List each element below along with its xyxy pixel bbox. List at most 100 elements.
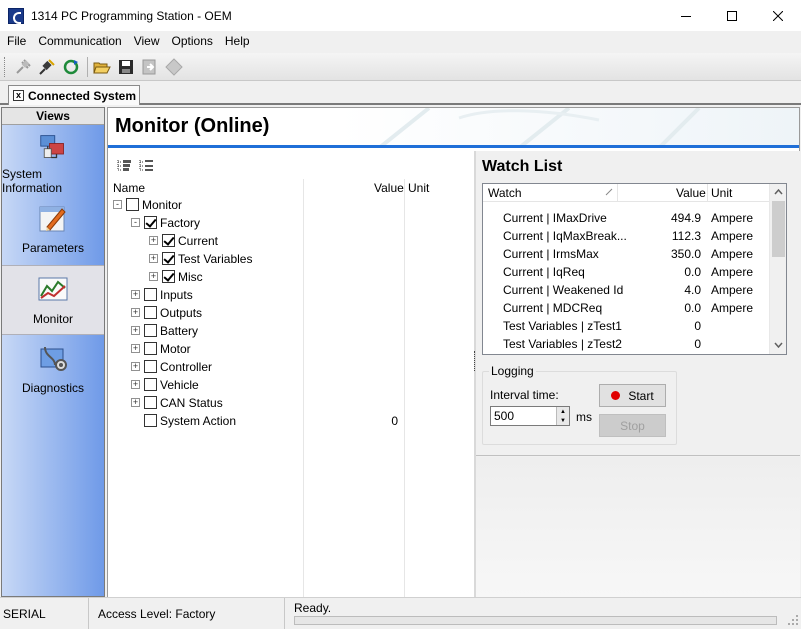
document-tab-strip: x Connected System: [0, 83, 801, 105]
tree-checkbox[interactable]: [144, 306, 157, 319]
tree-checkbox[interactable]: [162, 270, 175, 283]
start-button[interactable]: Start: [599, 384, 666, 407]
tree-row[interactable]: - Factory: [108, 214, 474, 232]
menu-view[interactable]: View: [128, 31, 166, 51]
tree-row[interactable]: + Outputs: [108, 304, 474, 322]
watch-list[interactable]: Watch Value Unit Current | IMaxDrive 494.…: [482, 183, 787, 355]
tree-checkbox[interactable]: [144, 216, 157, 229]
tree-checkbox[interactable]: [126, 198, 139, 211]
interval-stepper[interactable]: ▲ ▼: [556, 407, 569, 425]
status-port-cell: SERIAL: [0, 598, 89, 629]
watch-row[interactable]: Test Variables | zTest30: [483, 353, 771, 354]
watch-list-header: Watch Value Unit: [483, 184, 771, 202]
expand-icon[interactable]: +: [149, 272, 158, 281]
column-divider[interactable]: [617, 184, 618, 202]
minimize-button[interactable]: [663, 0, 709, 31]
spin-down-icon[interactable]: ▼: [556, 416, 569, 425]
watch-row[interactable]: Current | IqReq 0.0 Ampere: [483, 263, 771, 281]
column-header-unit[interactable]: Unit: [408, 181, 429, 195]
watch-list-scrollbar[interactable]: [769, 184, 786, 354]
tree-item-label: Factory: [160, 216, 201, 230]
disconnect-button[interactable]: [12, 56, 34, 78]
program-button[interactable]: [139, 56, 161, 78]
expand-icon[interactable]: +: [131, 398, 140, 407]
resize-grip-icon[interactable]: [787, 614, 799, 626]
menu-communication[interactable]: Communication: [32, 31, 127, 51]
tree-row[interactable]: + Misc: [108, 268, 474, 286]
tree-row[interactable]: + Controller: [108, 358, 474, 376]
tree-row[interactable]: + Inputs: [108, 286, 474, 304]
column-header-name[interactable]: Name: [113, 181, 145, 195]
tree-checkbox[interactable]: [144, 360, 157, 373]
scroll-down-icon[interactable]: [774, 342, 783, 348]
tree-row[interactable]: + Battery: [108, 322, 474, 340]
watch-row[interactable]: Test Variables | zTest1 0: [483, 317, 771, 335]
watch-row[interactable]: Test Variables | zTest2 0: [483, 335, 771, 353]
column-header-watch[interactable]: Watch: [488, 186, 522, 200]
view-monitor[interactable]: Monitor: [2, 265, 104, 335]
view-diagnostics[interactable]: Diagnostics: [2, 335, 104, 405]
watch-row[interactable]: Current | IqMaxBreak... 112.3 Ampere: [483, 227, 771, 245]
interval-unit: ms: [576, 410, 592, 424]
tree-row[interactable]: + Motor: [108, 340, 474, 358]
tree-item-label: Inputs: [160, 288, 193, 302]
tree-row[interactable]: System Action 0: [108, 412, 474, 430]
expand-all-button[interactable]: [114, 155, 134, 175]
collapse-icon[interactable]: -: [113, 200, 122, 209]
tree-checkbox[interactable]: [144, 378, 157, 391]
refresh-button[interactable]: [60, 56, 82, 78]
expand-icon[interactable]: +: [131, 290, 140, 299]
close-button[interactable]: [755, 0, 801, 31]
save-button[interactable]: [115, 56, 137, 78]
tree-row[interactable]: + Current: [108, 232, 474, 250]
tree-row[interactable]: + Test Variables: [108, 250, 474, 268]
spin-up-icon[interactable]: ▲: [556, 407, 569, 416]
expand-icon[interactable]: +: [131, 362, 140, 371]
view-parameters[interactable]: Parameters: [2, 195, 104, 265]
menu-help[interactable]: Help: [219, 31, 256, 51]
maximize-button[interactable]: [709, 0, 755, 31]
expand-icon[interactable]: +: [131, 326, 140, 335]
watch-value: 112.3: [671, 229, 701, 243]
stop-button[interactable]: Stop: [599, 414, 666, 437]
disconnect-icon: [16, 58, 31, 74]
watch-row[interactable]: Current | MDCReq 0.0 Ampere: [483, 299, 771, 317]
tree-row[interactable]: + Vehicle: [108, 376, 474, 394]
tree-checkbox[interactable]: [144, 396, 157, 409]
toolbar-grip[interactable]: [4, 56, 8, 77]
tab-close-icon[interactable]: x: [13, 90, 24, 101]
tree-checkbox[interactable]: [144, 342, 157, 355]
watch-unit: Ampere: [711, 301, 754, 315]
menu-file[interactable]: File: [1, 31, 32, 51]
collapse-all-button[interactable]: [136, 155, 156, 175]
watch-row[interactable]: Current | IrmsMax 350.0 Ampere: [483, 245, 771, 263]
tree-checkbox[interactable]: [162, 252, 175, 265]
tree-checkbox[interactable]: [144, 288, 157, 301]
expand-icon[interactable]: +: [131, 308, 140, 317]
watch-row[interactable]: Current | IMaxDrive 494.9 Ampere: [483, 209, 771, 227]
tree-row[interactable]: + CAN Status: [108, 394, 474, 412]
expand-icon[interactable]: +: [131, 344, 140, 353]
tree-checkbox[interactable]: [144, 324, 157, 337]
menu-options[interactable]: Options: [166, 31, 219, 51]
column-divider[interactable]: [707, 184, 708, 202]
view-system-information[interactable]: System Information: [2, 125, 104, 195]
watch-row[interactable]: Current | Weakened Id 4.0 Ampere: [483, 281, 771, 299]
tree-row[interactable]: - Monitor: [108, 196, 474, 214]
collapse-icon[interactable]: -: [131, 218, 140, 227]
tree-checkbox[interactable]: [162, 234, 175, 247]
scroll-thumb[interactable]: [772, 201, 785, 257]
tree-checkbox[interactable]: [144, 414, 157, 427]
connect-button[interactable]: [36, 56, 58, 78]
expand-icon[interactable]: +: [131, 380, 140, 389]
column-header-value[interactable]: Value: [676, 186, 706, 200]
column-header-value[interactable]: Value: [374, 181, 404, 195]
expand-icon[interactable]: +: [149, 254, 158, 263]
expand-icon[interactable]: +: [149, 236, 158, 245]
diamond-button[interactable]: [163, 56, 185, 78]
scroll-up-icon[interactable]: [774, 189, 783, 195]
tab-connected-system[interactable]: x Connected System: [8, 85, 140, 105]
open-button[interactable]: [91, 56, 113, 78]
column-header-unit[interactable]: Unit: [711, 186, 732, 200]
header-watermark: [339, 108, 799, 145]
